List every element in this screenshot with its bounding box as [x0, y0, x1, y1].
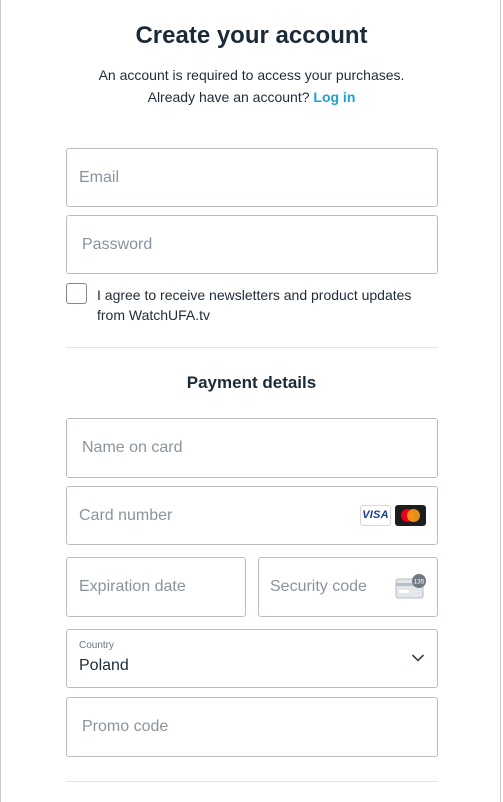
- password-input[interactable]: [67, 216, 437, 273]
- country-select[interactable]: Country Poland: [66, 629, 438, 688]
- name-on-card-input[interactable]: [67, 419, 437, 477]
- promo-code-field[interactable]: [66, 697, 438, 757]
- password-field[interactable]: [66, 215, 438, 274]
- cvc-icon-text: 135: [414, 579, 425, 586]
- divider: [66, 781, 438, 782]
- mastercard-icon: [395, 505, 426, 526]
- newsletter-checkbox[interactable]: [66, 283, 87, 304]
- login-prompt: Already have an account? Log in: [0, 89, 503, 105]
- expiration-date-field[interactable]: [66, 557, 246, 617]
- page-title: Create your account: [135, 22, 368, 49]
- account-required-text: An account is required to access your pu…: [98, 67, 405, 83]
- chevron-down-icon: [411, 654, 425, 662]
- payment-section-title: Payment details: [186, 373, 317, 392]
- expiration-date-input[interactable]: [67, 558, 245, 616]
- security-code-field[interactable]: 135: [258, 557, 438, 617]
- country-label: Country: [79, 640, 115, 651]
- promo-code-input[interactable]: [67, 698, 437, 756]
- email-field[interactable]: [66, 148, 438, 207]
- country-value: Poland: [79, 657, 129, 674]
- email-input[interactable]: [67, 149, 437, 206]
- card-cvc-icon: 135: [395, 574, 426, 599]
- newsletter-label: I agree to receive newsletters and produ…: [97, 287, 412, 323]
- divider: [66, 347, 438, 348]
- login-prompt-text: Already have an account?: [147, 89, 310, 105]
- card-number-field[interactable]: VISA: [66, 486, 438, 545]
- visa-icon: VISA: [360, 505, 391, 526]
- name-on-card-field[interactable]: [66, 418, 438, 478]
- login-link[interactable]: Log in: [313, 89, 355, 105]
